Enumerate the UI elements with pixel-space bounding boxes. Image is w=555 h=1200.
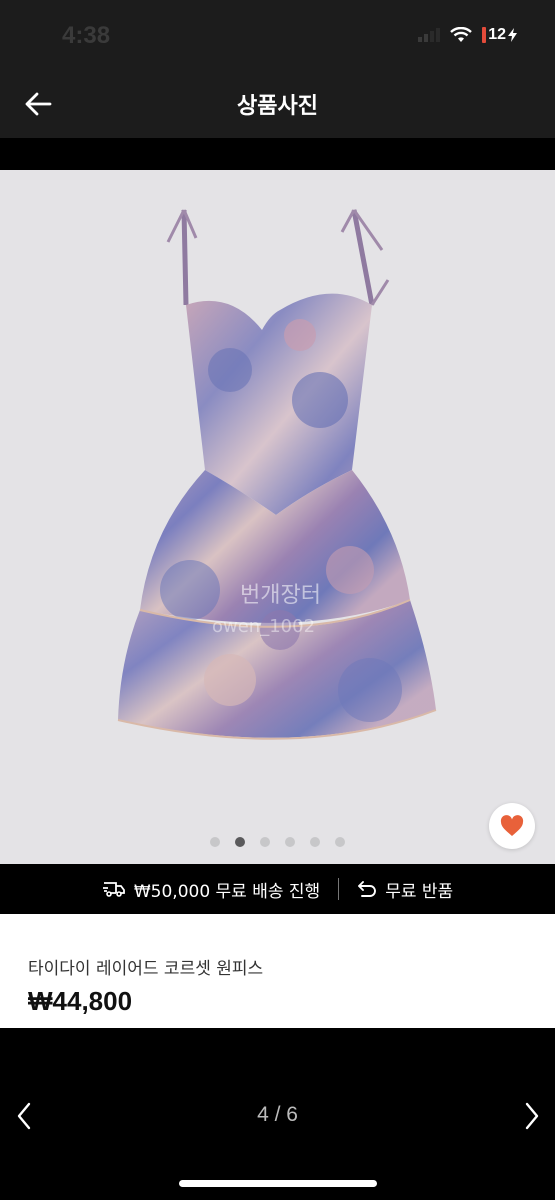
- wifi-icon: [450, 27, 473, 42]
- charging-bolt-icon: [508, 28, 517, 42]
- battery-indicator: 12: [482, 26, 517, 44]
- page-counter: 4 / 6: [257, 1103, 298, 1126]
- shipping-info-bar: ₩50,000 무료 배송 진행 무료 반품: [0, 864, 555, 914]
- cellular-signal-icon: [418, 28, 441, 42]
- return-arrow-icon: [358, 881, 377, 897]
- divider: [338, 878, 340, 900]
- pagination-dot-active[interactable]: [235, 837, 245, 847]
- product-price: ₩44,800: [28, 986, 133, 1016]
- heart-icon: [500, 815, 524, 836]
- page-title: 상품사진: [237, 94, 318, 119]
- nav-bar: 상품사진: [0, 70, 555, 138]
- free-shipping-label: ₩50,000 무료 배송 진행: [133, 881, 321, 902]
- next-button[interactable]: [516, 1096, 548, 1136]
- gallery-pagination-dots: [0, 837, 555, 847]
- free-return-info: 무료 반품: [357, 877, 453, 902]
- status-icons: 12: [418, 26, 517, 44]
- battery-percent: 12: [488, 26, 506, 43]
- watermark-line-1: 번개장터: [240, 583, 321, 608]
- pagination-dot[interactable]: [335, 837, 345, 847]
- status-bar: 4:38 12: [0, 0, 555, 70]
- free-shipping-info: ₩50,000 무료 배송 진행: [102, 877, 320, 902]
- pagination-dot[interactable]: [260, 837, 270, 847]
- product-photo: 번개장터 owen_1002: [117, 209, 437, 740]
- pagination-dot[interactable]: [310, 837, 320, 847]
- pagination-dot[interactable]: [210, 837, 220, 847]
- battery-level-icon: [482, 27, 487, 43]
- product-name: 타이다이 레이어드 코르셋 원피스: [28, 959, 264, 979]
- chevron-right-icon: [525, 1102, 539, 1130]
- free-return-label: 무료 반품: [385, 881, 454, 902]
- home-indicator[interactable]: [179, 1180, 377, 1187]
- bottom-pager: 4 / 6: [0, 1028, 555, 1200]
- product-image-gallery[interactable]: 번개장터 owen_1002: [0, 170, 555, 864]
- delivery-truck-icon: [102, 882, 125, 897]
- watermark-line-2: owen_1002: [212, 616, 315, 637]
- pagination-dot[interactable]: [285, 837, 295, 847]
- product-info-card[interactable]: 타이다이 레이어드 코르셋 원피스 ₩44,800: [0, 914, 555, 1028]
- status-time: 4:38: [62, 22, 111, 49]
